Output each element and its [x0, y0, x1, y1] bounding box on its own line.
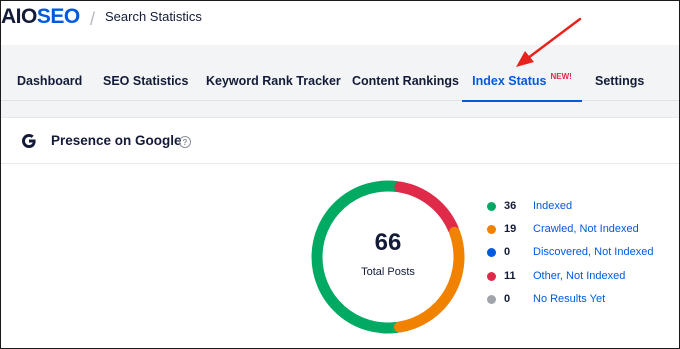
tab-content-rankings[interactable]: Content Rankings [352, 61, 459, 101]
breadcrumb-separator: / [90, 9, 96, 29]
status-count: 0 [504, 246, 511, 258]
google-g-icon [22, 134, 36, 148]
status-dot [487, 271, 496, 281]
legend-row-crawled-not-indexed: 19 Crawled, Not Indexed [487, 221, 639, 237]
tab-label: Index Status [472, 74, 547, 88]
app-window: AIO SEO / Search Statistics Dashboard SE… [0, 0, 680, 349]
status-dot [487, 224, 496, 234]
legend-row-other-not-indexed: 11 Other, Not Indexed [487, 268, 625, 284]
tab-dashboard[interactable]: Dashboard [17, 61, 82, 101]
presence-card: Presence on Google ? 66 Total Posts 36 I… [1, 117, 679, 348]
page-title: Search Statistics [105, 9, 202, 24]
legend-row-no-results-yet: 0 No Results Yet [487, 291, 605, 307]
status-count: 11 [504, 270, 516, 282]
tab-label: Content Rankings [352, 74, 459, 88]
status-count: 0 [504, 293, 511, 305]
card-header: Presence on Google ? [1, 118, 679, 164]
status-link-discovered-not-indexed[interactable]: Discovered, Not Indexed [533, 246, 653, 258]
tab-seo-statistics[interactable]: SEO Statistics [103, 61, 188, 101]
status-count: 19 [504, 223, 517, 235]
logo-aio-text: AIO [1, 5, 37, 28]
total-posts-label: Total Posts [361, 266, 415, 278]
status-link-indexed[interactable]: Indexed [533, 200, 572, 212]
tab-keyword-rank-tracker[interactable]: Keyword Rank Tracker [206, 61, 341, 101]
donut-segment-other-not-indexed [394, 181, 459, 235]
help-icon[interactable]: ? [179, 136, 191, 148]
tab-label: Keyword Rank Tracker [206, 74, 341, 88]
status-link-no-results-yet[interactable]: No Results Yet [533, 293, 605, 305]
status-count: 36 [504, 200, 517, 212]
status-dot [487, 294, 496, 304]
logo-seo-text: SEO [36, 5, 80, 28]
donut-segment-indexed [311, 180, 403, 334]
tab-settings[interactable]: Settings [595, 61, 644, 101]
status-link-other-not-indexed[interactable]: Other, Not Indexed [533, 270, 625, 282]
tab-label: SEO Statistics [103, 74, 189, 88]
tab-label: Dashboard [17, 74, 83, 88]
status-link-crawled-not-indexed[interactable]: Crawled, Not Indexed [533, 223, 639, 235]
red-arrow-annotation [516, 17, 582, 67]
tab-label: Settings [595, 74, 645, 88]
legend-row-discovered-not-indexed: 0 Discovered, Not Indexed [487, 244, 653, 260]
status-dot [487, 247, 496, 257]
card-title: Presence on Google [51, 133, 182, 148]
legend-row-indexed: 36 Indexed [487, 198, 572, 214]
status-dot [487, 201, 496, 211]
aioseo-logo[interactable]: AIO SEO [1, 5, 80, 29]
index-status-donut-chart [311, 180, 465, 334]
total-posts-value: 66 [374, 229, 402, 256]
